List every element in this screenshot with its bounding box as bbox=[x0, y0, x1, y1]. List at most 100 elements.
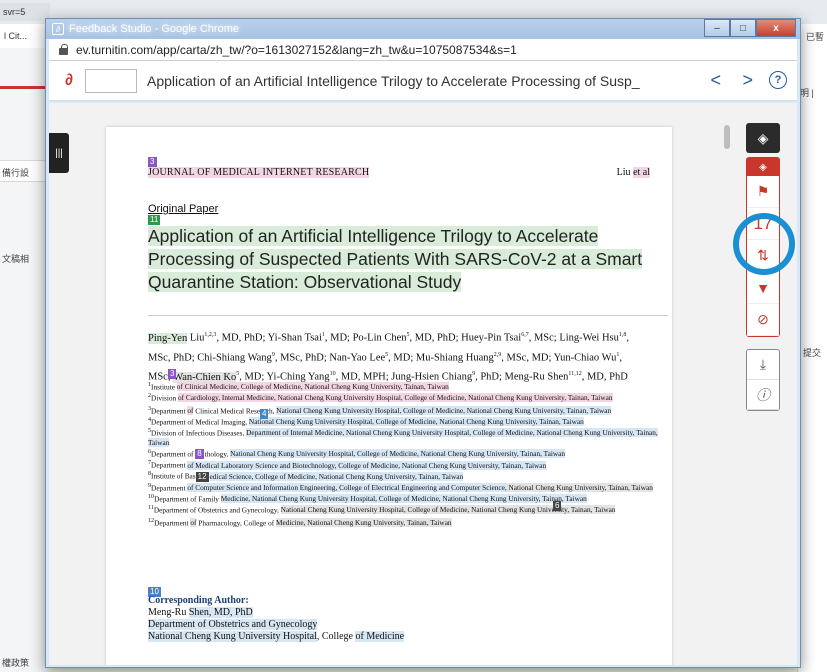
author-text: , bbox=[619, 352, 622, 363]
journal-name: JOURNAL OF MEDICAL INTERNET RESEARCH bbox=[148, 167, 370, 178]
feedback-studio-header: ∂ Application of an Artificial Intellige… bbox=[49, 61, 797, 101]
affiliation: 2Division of Cardiology, Internal Medici… bbox=[148, 392, 672, 403]
scrollbar[interactable] bbox=[724, 125, 732, 655]
affiliation: 3Department of Clinical Medical Research… bbox=[148, 405, 672, 416]
affil-text: Department bbox=[154, 518, 191, 527]
affil-text: National Cheng Kung University Hospital,… bbox=[276, 406, 612, 416]
affil-text: Department of Medical Imaging, bbox=[151, 417, 249, 427]
corr-text: of Medicine bbox=[355, 631, 405, 642]
corr-text: Shen, MD, PhD bbox=[188, 607, 253, 618]
affil-text: Medicine, National Cheng Kung University… bbox=[220, 493, 587, 503]
running-author: Liu et al bbox=[617, 167, 650, 178]
layers-button[interactable]: ◈ bbox=[746, 123, 780, 153]
affil-text: Department bbox=[151, 460, 188, 470]
match-tag[interactable]: 11 bbox=[148, 215, 161, 225]
divider bbox=[148, 315, 668, 316]
window-controls: – □ x bbox=[704, 19, 796, 37]
author-text: , MD, PhD; Huey-Pin Tsai bbox=[409, 332, 522, 344]
paper-title: Application of an Artificial Intelligenc… bbox=[148, 225, 668, 294]
affil-text: Department bbox=[151, 406, 188, 416]
score-highlight-ring bbox=[733, 213, 795, 275]
affil-text: Department of bbox=[151, 449, 196, 459]
affiliation: 10Department of Family Medicine, Nationa… bbox=[148, 493, 672, 504]
author-text: Liu bbox=[187, 332, 205, 344]
exclude-icon: ⊘ bbox=[757, 311, 769, 327]
affiliation: 7Department of Medical Laboratory Scienc… bbox=[148, 459, 672, 470]
match-tag[interactable]: 6 bbox=[553, 501, 562, 511]
layers-icon: ◈ bbox=[759, 161, 767, 173]
affil-text: National Cheng Kung University Hospital,… bbox=[248, 417, 584, 427]
affil-text: thology, bbox=[204, 449, 231, 459]
download-button[interactable]: ⤓ bbox=[747, 350, 779, 380]
author-text: , MSc, PhD; Nan-Yao Lee bbox=[274, 352, 386, 363]
info-icon: ⓘ bbox=[756, 388, 770, 404]
affil-text: of Medical Laboratory Science and Biotec… bbox=[187, 460, 547, 470]
match-tag[interactable]: 3 bbox=[168, 369, 177, 379]
turnitin-favicon-icon: ∂ bbox=[52, 23, 64, 35]
match-tag[interactable]: 8 bbox=[195, 449, 204, 460]
utility-group: ⤓ ⓘ bbox=[746, 349, 780, 411]
download-icon: ⤓ bbox=[759, 356, 767, 372]
author-affil-sup: 11,12 bbox=[568, 371, 582, 377]
corresponding-author-inst: National Cheng Kung University Hospital,… bbox=[148, 631, 668, 643]
help-icon[interactable]: ? bbox=[769, 71, 787, 89]
author-text: , MD; Mu-Shiang Huang bbox=[388, 352, 494, 363]
match-tag[interactable]: 4 bbox=[260, 409, 269, 419]
corresponding-author: Corresponding Author: Meng-Ru Shen, MD, … bbox=[148, 595, 668, 643]
affiliation: 1Institute of Clinical Medicine, College… bbox=[148, 381, 672, 392]
corr-text: of Obstetrics and Gynecology bbox=[195, 619, 318, 630]
url-text: ev.turnitin.com/app/carta/zh_tw/?o=16130… bbox=[76, 42, 517, 57]
submission-box[interactable] bbox=[85, 68, 137, 93]
flag-icon: ⚑ bbox=[756, 183, 770, 199]
affiliation: 4Department of Medical Imaging, National… bbox=[148, 416, 672, 427]
similarity-layer-toggle[interactable]: ◈ bbox=[747, 158, 779, 176]
affil-text: Department of Family bbox=[154, 493, 221, 503]
feedback-studio-window: ∂ Feedback Studio - Google Chrome – □ x … bbox=[45, 18, 801, 668]
maximize-button[interactable]: □ bbox=[730, 19, 756, 37]
background-text: 權政策 bbox=[2, 658, 30, 668]
affiliation: 12Department of Pharmacology, College of… bbox=[148, 517, 672, 528]
match-tag[interactable]: 12 bbox=[195, 471, 209, 482]
previous-paper-button[interactable]: < bbox=[710, 70, 721, 91]
lock-icon bbox=[59, 44, 68, 55]
info-button[interactable]: ⓘ bbox=[747, 380, 779, 410]
layers-icon: ◈ bbox=[757, 129, 769, 146]
affil-text: Division bbox=[151, 393, 179, 403]
address-bar[interactable]: ev.turnitin.com/app/carta/zh_tw/?o=16130… bbox=[49, 39, 797, 61]
side-panel-toggle[interactable]: ||| bbox=[49, 133, 69, 173]
affil-text: Pharmacology, College of bbox=[196, 518, 277, 527]
affil-text: Department bbox=[151, 482, 188, 492]
flag-button[interactable]: ⚑ bbox=[747, 176, 779, 208]
match-tag[interactable]: 3 bbox=[148, 157, 157, 167]
affiliation: 5Division of Infectious Diseases, Depart… bbox=[148, 427, 672, 448]
corresponding-author-dept: Department of Obstetrics and Gynecology bbox=[148, 619, 668, 631]
turnitin-logo-icon: ∂ bbox=[65, 71, 73, 89]
author-text: , MSc; Ling-Wei Hsu bbox=[528, 332, 619, 344]
minimize-button[interactable]: – bbox=[704, 19, 730, 37]
corr-text: Department bbox=[148, 619, 196, 630]
affil-text: Department of Obstetrics and Gynecology, bbox=[153, 504, 281, 514]
affil-text: of Cardiology, Internal Medicine, Nation… bbox=[178, 393, 613, 403]
affiliation: 11Department of Obstetrics and Gynecolog… bbox=[148, 504, 672, 515]
affil-text: of Computer Science and Information Engi… bbox=[187, 482, 509, 492]
next-paper-button[interactable]: > bbox=[742, 70, 753, 91]
exclude-button[interactable]: ⊘ bbox=[747, 304, 779, 336]
filter-icon: ▼ bbox=[756, 279, 770, 296]
background-url-fragment: svr=5 bbox=[0, 3, 50, 21]
author-text: , MSc, MD; Yun-Chiao Wu bbox=[501, 352, 617, 363]
background-text: 提交 bbox=[803, 348, 822, 358]
affiliation: 8Institute of Bas 12 edical Science, Colle… bbox=[148, 470, 672, 482]
document-title: Application of an Artificial Intelligenc… bbox=[147, 72, 640, 89]
author-affil-sup: 6,7 bbox=[521, 332, 529, 338]
background-text: 備行設 bbox=[2, 168, 30, 178]
affil-text: National Cheng Kung University Hospital,… bbox=[230, 449, 565, 459]
close-button[interactable]: x bbox=[756, 19, 796, 37]
window-titlebar[interactable]: ∂ Feedback Studio - Google Chrome – □ x bbox=[46, 19, 800, 39]
document-viewer: ||| 3 JOURNAL OF MEDICAL INTERNET RESEAR… bbox=[49, 103, 797, 665]
scroll-thumb[interactable] bbox=[724, 125, 730, 149]
document-page: 3 JOURNAL OF MEDICAL INTERNET RESEARCH L… bbox=[106, 127, 672, 665]
filter-button[interactable]: ▼ bbox=[747, 272, 779, 304]
affiliations: 1Institute of Clinical Medicine, College… bbox=[148, 381, 672, 528]
background-text: 明 | bbox=[800, 88, 814, 98]
corresponding-author-title: Corresponding Author: bbox=[148, 595, 249, 606]
